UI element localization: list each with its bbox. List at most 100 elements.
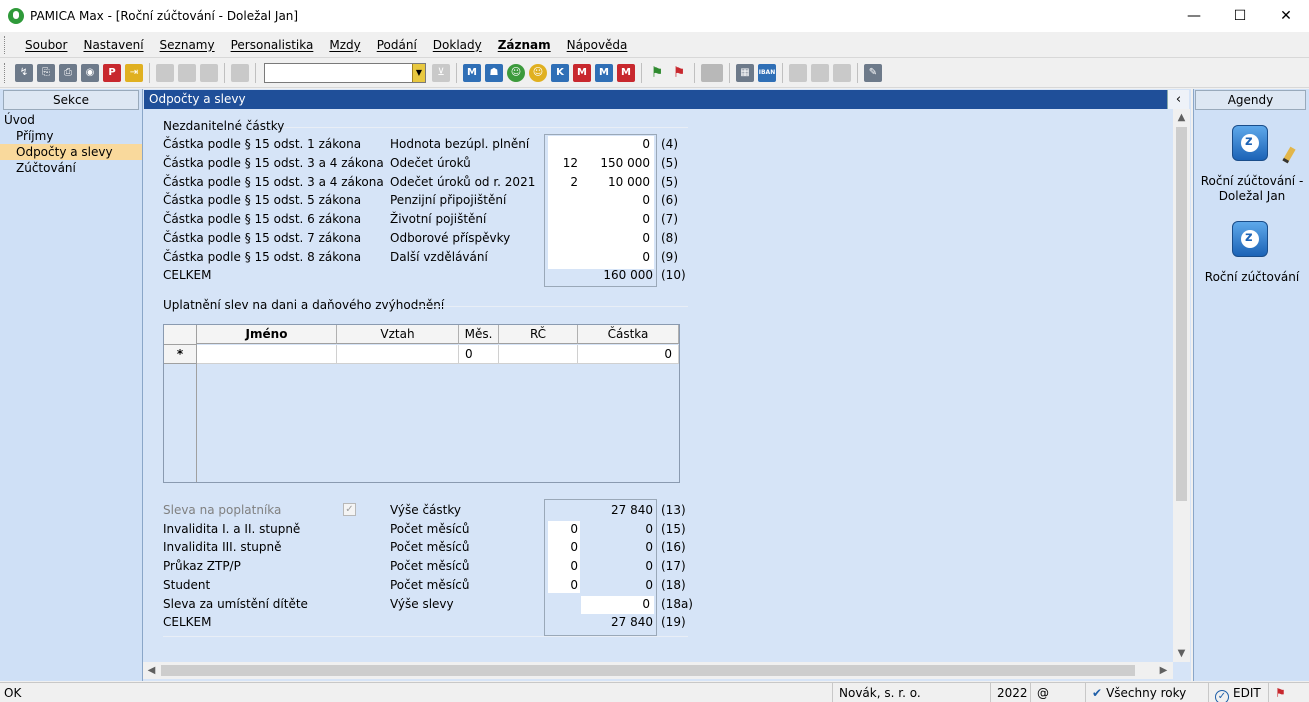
count-invalidita-3[interactable]: 0 (548, 540, 578, 554)
vertical-scroll-thumb[interactable] (1176, 127, 1187, 501)
yellow-person-icon[interactable]: ☺ (529, 63, 547, 82)
list2-icon[interactable] (833, 63, 851, 82)
value-vyse-slevy[interactable]: 0 (583, 597, 650, 611)
value-penzijni[interactable]: 0 (583, 193, 650, 207)
preview-icon[interactable]: ◉ (81, 63, 99, 82)
value-deductions-total: 160 000 (603, 268, 653, 282)
scroll-left-icon[interactable]: ◀ (143, 662, 160, 679)
rocni-zuctovani-icon[interactable] (1232, 125, 1268, 161)
menu-podani[interactable]: Podání (369, 38, 425, 52)
menu-nastaveni[interactable]: Nastavení (75, 38, 151, 52)
rocni-zuctovani-icon[interactable] (1232, 221, 1268, 257)
status-mode-label: EDIT (1233, 686, 1261, 700)
menu-soubor[interactable]: Soubor (17, 38, 75, 52)
pencil-icon (1282, 146, 1296, 164)
chevron-down-icon[interactable]: ▼ (412, 63, 425, 82)
grid-header-rc[interactable]: RČ (499, 325, 578, 344)
export-icon[interactable]: ⇥ (125, 63, 143, 82)
red-m-icon[interactable]: M (617, 63, 635, 82)
new-icon[interactable] (156, 63, 174, 82)
grid-cell-castka[interactable]: 0 (578, 345, 679, 364)
scroll-up-icon[interactable]: ▲ (1173, 109, 1190, 126)
label-odst-5: Částka podle § 15 odst. 5 zákona (163, 193, 362, 207)
grid-cell-rc[interactable] (499, 345, 578, 364)
scroll-right-icon[interactable]: ▶ (1155, 662, 1172, 679)
toolbar-combo[interactable]: ▼ (264, 62, 426, 83)
value-zivotni[interactable]: 0 (583, 212, 650, 226)
section-header: Sekce (3, 90, 139, 110)
green-flag-icon[interactable]: ⚑ (648, 64, 666, 82)
copy-icon[interactable]: ⎘ (37, 63, 55, 82)
maximize-button[interactable]: ☐ (1217, 0, 1263, 32)
value-odecet[interactable]: 150 000 (583, 156, 650, 170)
menu-doklady[interactable]: Doklady (425, 38, 490, 52)
note-icon[interactable] (789, 63, 807, 82)
agenda-item-rocni-zuctovani-dolezal[interactable]: Roční zúčtování - Doležal Jan (1194, 174, 1309, 204)
print-icon[interactable]: ⎙ (59, 63, 77, 82)
value-odborove[interactable]: 0 (583, 231, 650, 245)
calculator-icon[interactable]: ▦ (736, 63, 754, 82)
duplicate-icon[interactable] (231, 63, 249, 82)
open-icon[interactable]: ↯ (15, 63, 33, 82)
red-flag-icon[interactable]: ⚑ (670, 64, 688, 82)
folder-icon[interactable] (701, 63, 723, 82)
tree-item-zuctovani[interactable]: Zúčtování (0, 160, 142, 176)
km-icon[interactable]: K (551, 63, 569, 82)
grid-header-vztah[interactable]: Vztah (337, 325, 459, 344)
label-vzdelavani: Další vzdělávání (390, 250, 488, 264)
save-icon[interactable] (178, 63, 196, 82)
tree-item-prijmy[interactable]: Příjmy (0, 128, 142, 144)
agenda-item-rocni-zuctovani[interactable]: Roční zúčtování (1194, 270, 1309, 285)
grid-header-castka[interactable]: Částka (578, 325, 679, 344)
collapse-panel-button[interactable]: ‹ (1167, 90, 1189, 109)
pdf-icon[interactable]: P (103, 63, 121, 82)
mail-icon[interactable]: M (573, 63, 591, 82)
menu-mzdy[interactable]: Mzdy (321, 38, 368, 52)
menu-zaznam[interactable]: Záznam (490, 38, 559, 52)
status-all-years[interactable]: ✔ Všechny roky (1085, 683, 1208, 702)
tree-item-uvod[interactable]: Úvod (0, 112, 142, 128)
value-hodnota[interactable]: 0 (583, 137, 650, 151)
section-title-slevy: Uplatnění slev na dani a daňového zvýhod… (163, 298, 445, 312)
iban-icon[interactable]: IBAN (758, 63, 776, 82)
toolbar-grip[interactable] (4, 62, 7, 83)
menu-personalistika[interactable]: Personalistika (223, 38, 322, 52)
person-icon[interactable]: ☗ (485, 63, 503, 82)
green-person-icon[interactable]: ☺ (507, 63, 525, 82)
m-icon[interactable]: M (463, 63, 481, 82)
grid-header-mes[interactable]: Měs. (459, 325, 499, 344)
scroll-down-icon[interactable]: ▼ (1173, 645, 1190, 662)
vertical-scrollbar[interactable]: ▲ ▼ (1173, 109, 1190, 662)
menu-seznamy[interactable]: Seznamy (152, 38, 223, 52)
value-odecet-2021[interactable]: 10 000 (583, 175, 650, 189)
tree-item-odpocty-a-slevy[interactable]: Odpočty a slevy (0, 144, 142, 160)
status-state: OK (4, 686, 22, 700)
discounts-grid[interactable]: Jméno Vztah Měs. RČ Částka * 0 0 (163, 324, 680, 483)
count-odecet-2021[interactable]: 2 (548, 175, 578, 189)
status-flag[interactable]: ⚑ (1268, 683, 1309, 702)
menu-napoveda[interactable]: Nápověda (559, 38, 636, 52)
minimize-button[interactable]: — (1171, 0, 1217, 32)
grid-cell-vztah[interactable] (337, 345, 459, 364)
value-vzdelavani[interactable]: 0 (583, 250, 650, 264)
grid-new-row-marker[interactable]: * (164, 345, 197, 364)
m2-icon[interactable]: M (595, 63, 613, 82)
count-invalidita-1-2[interactable]: 0 (548, 522, 578, 536)
count-odecet[interactable]: 12 (548, 156, 578, 170)
grid-header-jmeno[interactable]: Jméno (197, 325, 337, 344)
taxpayer-checkbox[interactable]: ✓ (343, 503, 356, 516)
grid-cell-jmeno[interactable] (197, 345, 337, 364)
tools-icon[interactable]: ✎ (864, 63, 882, 82)
count-student[interactable]: 0 (548, 578, 578, 592)
grid-cell-mes[interactable]: 0 (459, 345, 499, 364)
list-icon[interactable] (811, 63, 829, 82)
edit-mode-icon: ✓ (1215, 690, 1229, 702)
horizontal-scrollbar[interactable]: ◀ ▶ (143, 662, 1173, 679)
menu-grip[interactable] (4, 35, 7, 54)
save-all-icon[interactable] (200, 63, 218, 82)
count-ztp-p[interactable]: 0 (548, 559, 578, 573)
close-button[interactable]: ✕ (1263, 0, 1309, 32)
filter-icon[interactable]: ⊻ (432, 63, 450, 82)
code-6: (6) (661, 193, 678, 207)
horizontal-scroll-thumb[interactable] (161, 665, 1135, 676)
